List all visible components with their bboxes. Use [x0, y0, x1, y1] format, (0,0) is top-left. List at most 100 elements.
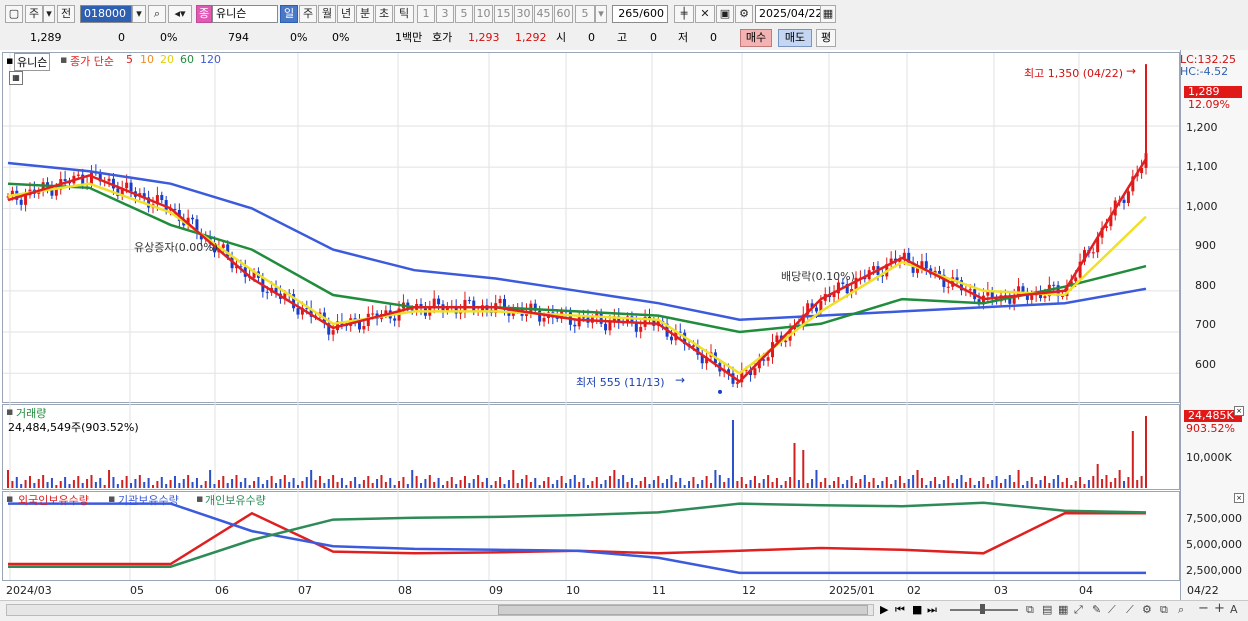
candle-body: [410, 309, 414, 311]
zoom-slider-handle[interactable]: [980, 604, 985, 614]
volume-bar: [1087, 480, 1090, 488]
candle-body: [393, 318, 397, 321]
volume-bar: [925, 485, 928, 488]
holding-panel-menu-icon[interactable]: ▪: [6, 492, 13, 505]
volume-bar: [494, 481, 497, 488]
volume-bar: [802, 450, 805, 488]
volume-bar: [130, 483, 133, 488]
volume-bar: [112, 477, 115, 488]
expand-icon[interactable]: ⤢: [1074, 603, 1083, 617]
auto-scale-icon[interactable]: A: [1230, 603, 1238, 616]
volume-bar: [543, 481, 546, 488]
volume-bar: [81, 483, 84, 488]
date-tick: 03: [994, 584, 1008, 597]
candle-body: [472, 300, 476, 312]
holding-close-icon[interactable]: ×: [1234, 493, 1244, 503]
volume-bar: [666, 479, 669, 488]
volume-bar: [622, 475, 625, 488]
volume-pct-tag: 903.52%: [1186, 422, 1235, 435]
grid-icon[interactable]: ▦: [9, 71, 23, 85]
volume-bar: [890, 484, 893, 488]
volume-close-icon[interactable]: ×: [1234, 406, 1244, 416]
volume-bar: [1048, 483, 1051, 488]
volume-bar: [310, 470, 313, 488]
volume-bar: [767, 475, 770, 488]
volume-bar: [1043, 476, 1046, 488]
holding-panel-menu-icon[interactable]: ▪: [196, 492, 203, 505]
copy-icon[interactable]: ⧉: [1160, 603, 1168, 617]
volume-bar: [362, 480, 365, 488]
date-tick: 12: [742, 584, 756, 597]
candle-body: [542, 318, 546, 322]
rewind-icon[interactable]: ⏮: [895, 603, 905, 617]
volume-bar: [644, 477, 647, 488]
draw-icon[interactable]: ✎: [1092, 603, 1101, 616]
candle-body: [924, 261, 928, 269]
layout-icon[interactable]: ⧉: [1026, 603, 1034, 617]
tool-icon-2[interactable]: ⟋: [1126, 603, 1134, 617]
volume-bar: [586, 485, 589, 488]
ma-line-60: [7, 182, 1147, 334]
candle-body: [753, 368, 757, 376]
volume-bar: [951, 483, 954, 488]
volume-panel-menu-icon[interactable]: ▪: [6, 405, 13, 418]
date-tick: 05: [130, 584, 144, 597]
candle-body: [669, 336, 673, 341]
volume-bar: [907, 479, 910, 488]
volume-bar: [1013, 482, 1016, 488]
volume-bar: [1145, 416, 1147, 488]
candle-body: [221, 244, 225, 248]
volume-bar: [270, 476, 273, 488]
tool-icon[interactable]: ⟋: [1108, 603, 1116, 617]
volume-bar: [630, 478, 633, 488]
volume-bar: [753, 476, 756, 488]
settings-icon[interactable]: ⚙: [1142, 603, 1152, 616]
low-point: [718, 389, 722, 394]
fast-forward-icon[interactable]: ⏭: [927, 603, 937, 617]
date-tick: 02: [907, 584, 921, 597]
volume-bar: [1061, 482, 1064, 488]
zoom-out-icon[interactable]: −: [1198, 601, 1209, 616]
volume-bar: [77, 476, 80, 488]
grid-view-icon[interactable]: ▦: [1058, 603, 1068, 616]
volume-axis-label: 10,000K: [1186, 451, 1232, 464]
volume-bar: [837, 477, 840, 488]
volume-bar: [604, 480, 607, 488]
volume-bar: [556, 480, 559, 488]
volume-bar: [160, 477, 163, 488]
volume-bar: [411, 470, 414, 488]
volume-bar: [209, 470, 212, 488]
volume-bar: [187, 475, 190, 488]
stop-icon[interactable]: ■: [912, 603, 922, 616]
volume-bar: [903, 483, 906, 488]
candle-body: [107, 178, 111, 182]
scroll-right-icon[interactable]: ▶: [880, 603, 888, 616]
volume-bar: [349, 481, 352, 488]
zoom-in-icon[interactable]: +: [1214, 601, 1225, 616]
scroll-thumb[interactable]: [498, 605, 868, 615]
candle-body: [1021, 286, 1025, 292]
volume-bar: [1074, 481, 1077, 488]
volume-bar: [226, 483, 229, 488]
volume-bar: [428, 475, 431, 488]
volume-bar: [165, 484, 168, 488]
volume-bar: [420, 483, 423, 488]
panel-menu-icon[interactable]: ▪: [6, 54, 13, 67]
volume-bar: [55, 485, 58, 488]
volume-bar: [674, 482, 677, 488]
magnify-icon[interactable]: ⌕: [1178, 603, 1184, 617]
high-arrow-icon: →: [1126, 64, 1137, 78]
table-icon[interactable]: ▤: [1042, 603, 1052, 616]
holding-panel-menu-icon[interactable]: ▪: [108, 492, 115, 505]
volume-bar: [455, 484, 458, 488]
volume-bar: [1096, 464, 1099, 488]
volume-bar: [468, 483, 471, 488]
panel-menu-icon-2[interactable]: ▪: [60, 53, 67, 66]
candle-body: [968, 289, 972, 291]
volume-bar: [929, 481, 932, 488]
ma-title: 종가 단순: [70, 55, 114, 68]
volume-bar: [7, 470, 9, 488]
ma-60-label: 60: [180, 53, 194, 66]
volume-bar: [1118, 470, 1121, 488]
volume-bar: [441, 485, 444, 488]
